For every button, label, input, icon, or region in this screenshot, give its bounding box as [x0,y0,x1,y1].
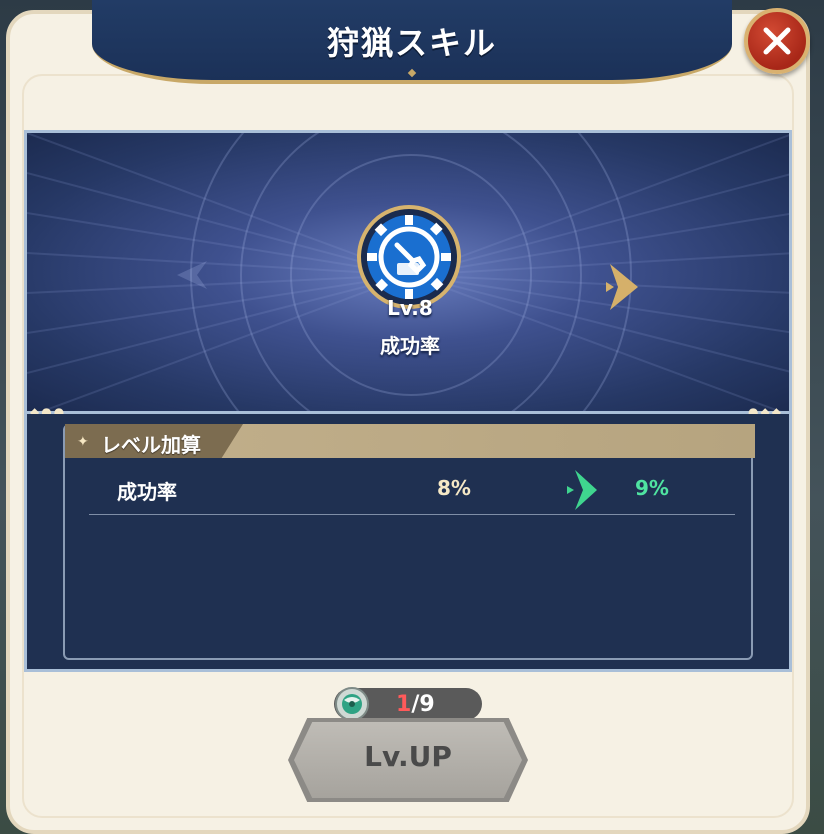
row-divider [89,514,735,515]
bonus-row-label: 成功率 [117,480,177,504]
bonus-row-current-value: 8% [437,476,471,500]
level-bonus-section: ✦ レベル加算 成功率 8% 9% [24,414,792,672]
skill-level-label: Lv.8 [387,296,433,320]
star-icon: ✦ [77,434,89,450]
cost-owned: 1 [396,692,412,717]
close-icon [763,27,791,55]
next-level-arrow-icon [606,264,638,310]
bonus-row: 成功率 8% 9% [89,470,729,514]
title-ornament-icon [407,68,417,78]
cost-count: 1/9 [396,692,435,717]
upgrade-cost: 1/9 [334,687,482,721]
level-up-label: Lv.UP [364,740,452,773]
skill-name: 成功率 [380,334,440,358]
bonus-header-label: レベル加算 [101,433,201,457]
orb-item-icon [335,687,369,721]
upgrade-arrow-icon [567,470,597,510]
bonus-header-bar: ✦ レベル加算 [65,424,755,458]
page-title: 狩猟スキル [326,24,497,62]
level-up-button[interactable]: Lv.UP [294,722,522,798]
wrench-gear-icon[interactable] [357,205,461,309]
bonus-row-next-value: 9% [635,476,669,500]
close-button[interactable] [744,8,810,74]
bonus-frame [63,424,753,660]
cost-required: /9 [411,692,435,717]
title-banner: 狩猟スキル [92,0,732,84]
